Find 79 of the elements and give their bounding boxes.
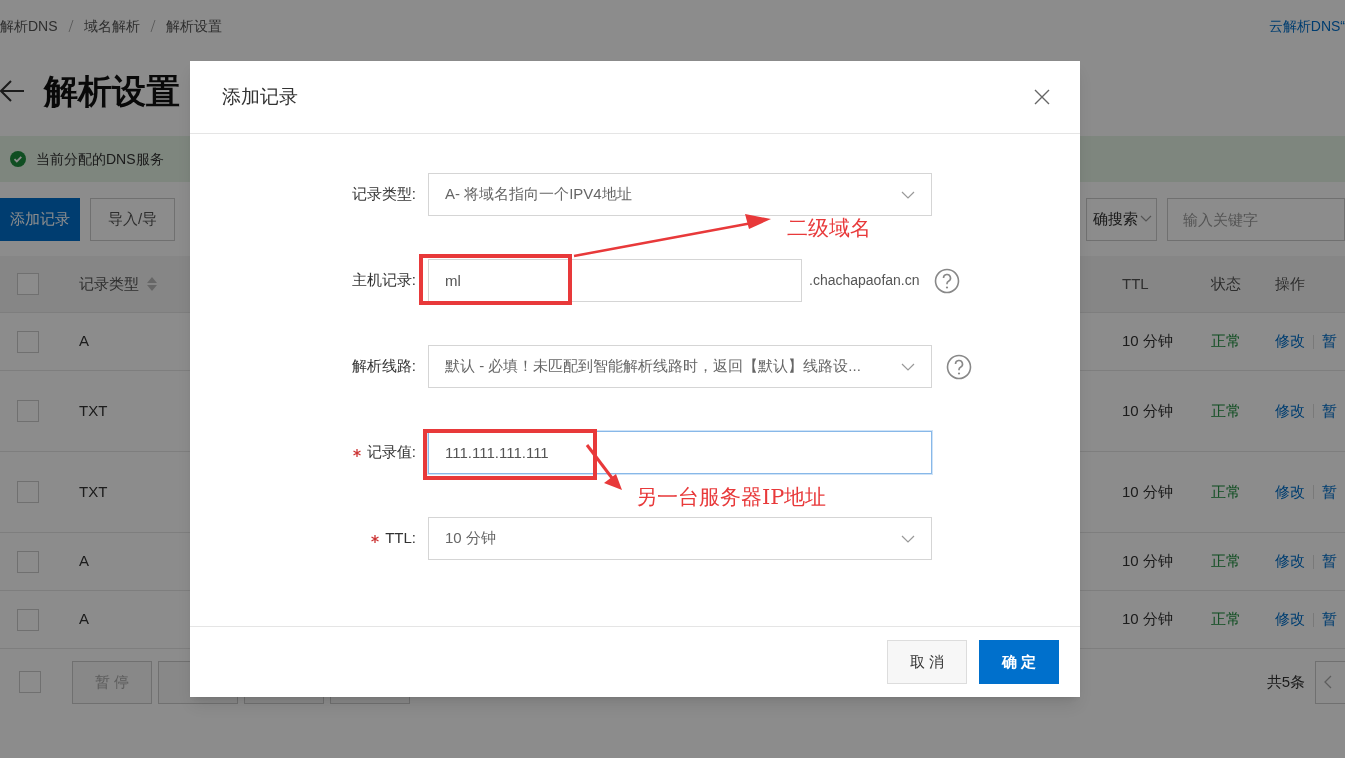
- domain-suffix: .chachapaofan.cn: [809, 271, 920, 290]
- select-dropdown[interactable]: A- 将域名指向一个IPV4地址: [428, 173, 932, 216]
- checkbox[interactable]: [19, 671, 41, 693]
- action-link[interactable]: 修改: [1275, 608, 1305, 631]
- field-label: 记录值:: [366, 442, 416, 463]
- breadcrumb-link[interactable]: 域名解析: [83, 15, 140, 37]
- action-link[interactable]: 暂: [1322, 330, 1337, 353]
- table-cell: TXT: [79, 401, 108, 419]
- status-text: 正常: [1211, 552, 1241, 570]
- table-cell: 10 分钟: [1122, 482, 1173, 500]
- chevron-down-icon: [901, 362, 915, 371]
- select-dropdown[interactable]: 10 分钟: [428, 517, 932, 560]
- action-link[interactable]: 修改: [1275, 480, 1305, 504]
- table-cell: A: [79, 552, 89, 570]
- back-arrow-icon[interactable]: [0, 80, 24, 102]
- field-label: 解析线路:: [351, 356, 416, 377]
- field-label: 记录类型:: [351, 184, 416, 205]
- action-link[interactable]: 修改: [1275, 330, 1305, 353]
- separator-icon: [149, 20, 156, 32]
- help-icon[interactable]: [946, 353, 972, 380]
- action-link[interactable]: 修改: [1275, 550, 1305, 573]
- status-text: 正常: [1211, 482, 1241, 500]
- annotation-text: 二级域名: [787, 218, 871, 239]
- checkbox[interactable]: [17, 481, 39, 503]
- dialog-button[interactable]: 取 消: [887, 640, 967, 684]
- chevron-left-icon: [1324, 675, 1332, 689]
- breadcrumb-link[interactable]: 解析设置: [165, 15, 222, 37]
- annotation-arrow: [585, 444, 622, 490]
- chevron-down-icon: [1140, 215, 1152, 223]
- top-link[interactable]: 云解析DNS“: [1268, 15, 1345, 37]
- table-cell: TXT: [79, 482, 108, 500]
- table-cell: A: [79, 332, 89, 350]
- action-link[interactable]: 暂: [1322, 480, 1337, 504]
- chevron-down-icon: [901, 190, 915, 199]
- close-icon[interactable]: [1034, 89, 1050, 105]
- column-header: 操作: [1275, 274, 1305, 292]
- separator-icon: [67, 20, 74, 32]
- action-link[interactable]: 暂: [1322, 550, 1337, 573]
- column-header: TTL: [1122, 274, 1149, 292]
- required-asterisk-icon: [352, 448, 361, 457]
- annotation-text: 另一台服务器IP地址: [636, 487, 827, 508]
- action-link[interactable]: 暂: [1322, 399, 1337, 423]
- action-link[interactable]: 暂: [1322, 608, 1337, 631]
- field-label: TTL:: [385, 528, 416, 549]
- table-cell: 10 分钟: [1122, 610, 1173, 628]
- help-icon[interactable]: [933, 267, 960, 294]
- chevron-down-icon: [901, 534, 915, 543]
- table-cell: 10 分钟: [1122, 552, 1173, 570]
- checkbox[interactable]: [17, 273, 39, 295]
- select-dropdown[interactable]: 默认 - 必填！未匹配到智能解析线路时，返回【默认】线路设...: [428, 345, 932, 388]
- column-header: 状态: [1211, 274, 1241, 292]
- checkbox[interactable]: [17, 608, 39, 631]
- toolbar-button[interactable]: 导入/导: [90, 197, 176, 241]
- total-count: 共5条: [1266, 671, 1305, 692]
- page-title: 解析设置: [44, 70, 180, 112]
- breadcrumb-link[interactable]: 解析DNS: [0, 15, 58, 37]
- required-asterisk-icon: [371, 534, 380, 543]
- check-circle-icon: [10, 151, 26, 167]
- search-mode-dropdown[interactable]: 确搜索: [1086, 197, 1157, 241]
- previous-page-button[interactable]: [1315, 660, 1345, 704]
- status-text: 正常: [1211, 332, 1241, 350]
- column-header: 记录类型: [79, 273, 139, 294]
- status-text: 正常: [1211, 610, 1241, 628]
- dialog-button[interactable]: 确 定: [979, 640, 1059, 684]
- table-cell: 10 分钟: [1122, 401, 1173, 419]
- text-input[interactable]: ml: [428, 259, 802, 302]
- alert-text: 当前分配的DNS服务: [36, 149, 164, 169]
- sort-icon[interactable]: [147, 277, 157, 291]
- text-input[interactable]: 111.111.111.111: [428, 431, 932, 474]
- table-cell: A: [79, 610, 89, 628]
- dialog-title: 添加记录: [222, 84, 298, 109]
- checkbox[interactable]: [17, 330, 39, 353]
- field-label: 主机记录:: [351, 270, 416, 291]
- checkbox[interactable]: [17, 400, 39, 422]
- table-cell: 10 分钟: [1122, 332, 1173, 350]
- checkbox[interactable]: [17, 550, 39, 573]
- action-link[interactable]: 修改: [1275, 399, 1305, 423]
- status-text: 正常: [1211, 401, 1241, 419]
- toolbar-button[interactable]: 添加记录: [0, 197, 80, 241]
